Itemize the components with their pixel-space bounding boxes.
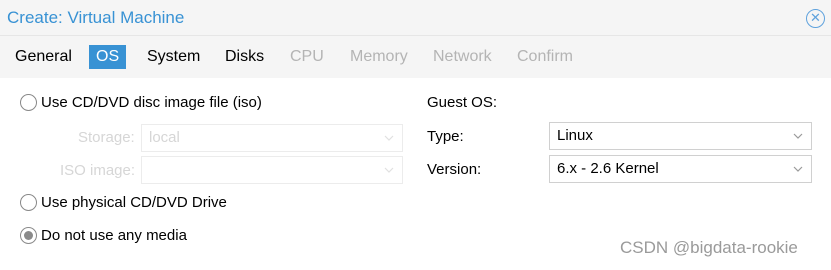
watermark-text: CSDN @bigdata-rookie [620, 238, 798, 257]
storage-label: Storage: [78, 129, 135, 146]
tab-memory: Memory [350, 48, 408, 65]
radio-use-physical-label: Use physical CD/DVD Drive [41, 194, 227, 211]
dialog-title: Create: Virtual Machine [7, 8, 185, 27]
storage-select: local [141, 124, 403, 152]
os-version-label: Version: [427, 161, 482, 178]
os-version-value: 6.x - 2.6 Kernel [557, 160, 659, 177]
tab-disks[interactable]: Disks [225, 45, 264, 69]
close-icon[interactable]: ✕ [806, 9, 825, 28]
tab-os[interactable]: OS [89, 45, 127, 69]
tab-system[interactable]: System [147, 45, 200, 69]
create-vm-dialog: Create: Virtual Machine ✕ General OS Sys… [0, 0, 831, 270]
radio-no-media-label: Do not use any media [41, 227, 187, 244]
chevron-down-icon[interactable] [793, 164, 803, 174]
os-type-select[interactable]: Linux [549, 122, 812, 150]
iso-image-label: ISO image: [60, 162, 136, 179]
tab-cpu: CPU [290, 48, 324, 65]
radio-button[interactable] [20, 94, 37, 111]
tab-confirm: Confirm [517, 48, 574, 65]
iso-image-select [141, 156, 403, 184]
radio-button-checked[interactable] [20, 227, 37, 244]
os-type-label: Type: [427, 128, 464, 145]
radio-use-iso-label: Use CD/DVD disc image file (iso) [41, 94, 262, 111]
radio-button[interactable] [20, 194, 37, 211]
dialog-titlebar: Create: Virtual Machine ✕ [0, 0, 831, 36]
tab-network: Network [433, 48, 492, 65]
os-version-select[interactable]: 6.x - 2.6 Kernel [549, 155, 812, 183]
chevron-down-icon [384, 135, 394, 141]
tab-general[interactable]: General [15, 45, 72, 69]
storage-value: local [149, 129, 180, 146]
chevron-down-icon [384, 167, 394, 173]
guest-os-heading: Guest OS: [427, 94, 498, 111]
chevron-down-icon[interactable] [793, 131, 803, 141]
wizard-tabbar: General OS System Disks CPU Memory Netwo… [0, 36, 831, 78]
os-type-value: Linux [557, 127, 593, 144]
